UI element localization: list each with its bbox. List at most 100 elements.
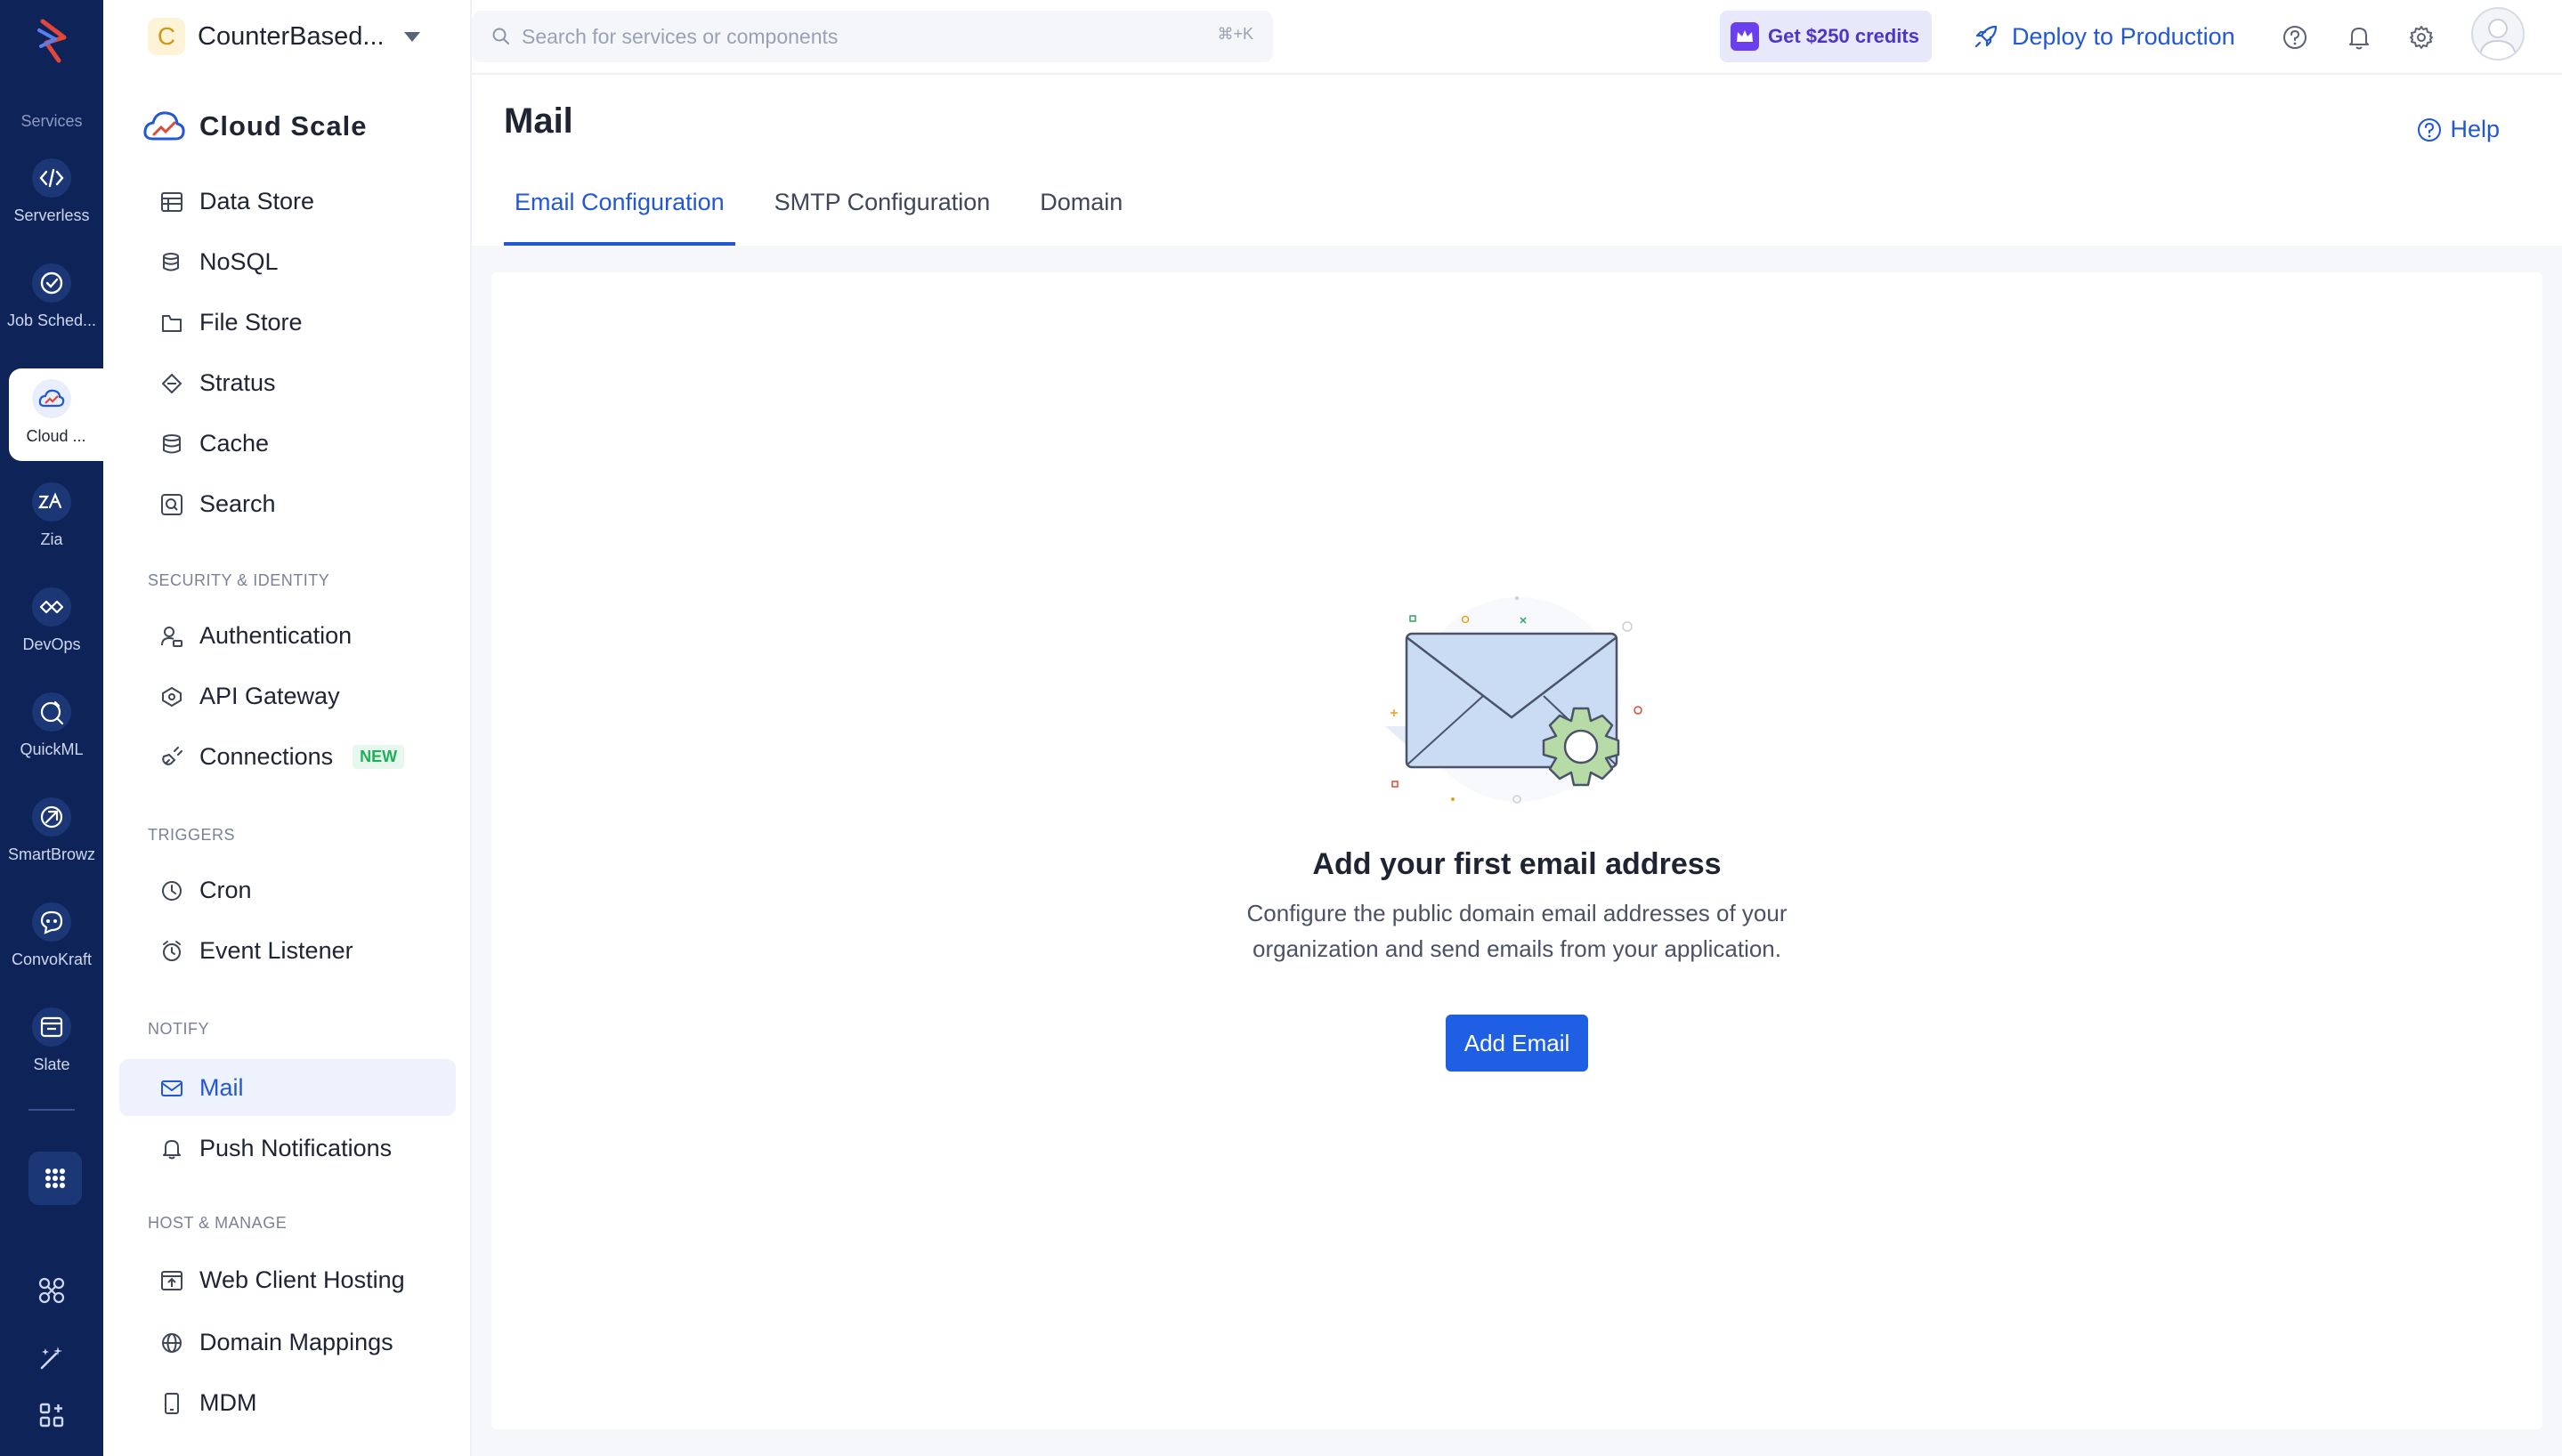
help-label: Help [2450, 116, 2500, 142]
empty-state-title: Add your first email address [1312, 847, 1722, 881]
user-lock-icon [161, 627, 182, 647]
slate-icon [32, 1007, 71, 1047]
rail-item-label: Zia [40, 530, 63, 548]
rail-item-label: DevOps [22, 635, 81, 653]
rail-item-smartbrowz[interactable]: SmartBrowz [0, 787, 103, 879]
rail-item-quickml[interactable]: QuickML [0, 682, 103, 774]
magic-wand-icon[interactable] [32, 1339, 71, 1378]
rail-item-serverless[interactable]: Serverless [0, 148, 103, 240]
cloud-scale-sidebar: C CounterBased... Cloud Scale Data Store… [103, 0, 472, 1456]
deploy-label: Deploy to Production [2012, 22, 2235, 50]
sidebar-item-label: Domain Mappings [199, 1328, 393, 1355]
database-icon [163, 253, 179, 271]
tab-email-configuration[interactable]: Email Configuration [504, 187, 735, 246]
mail-tabs: Email Configuration SMTP Configuration D… [504, 187, 1162, 246]
sidebar-item-label: Cache [199, 429, 270, 457]
sidebar-item-label: Connections [199, 742, 334, 770]
project-name: CounterBased... [198, 21, 385, 51]
sidebar-item-api-gateway[interactable]: API Gateway [119, 667, 456, 724]
rail-item-label: ConvoKraft [11, 950, 93, 968]
sidebar-item-event-listener[interactable]: Event Listener [119, 922, 456, 979]
rail-item-label: SmartBrowz [7, 845, 95, 863]
rail-item-devops[interactable]: DevOps [0, 577, 103, 669]
rail-item-label: Job Sched... [6, 311, 97, 329]
all-services-grid-icon[interactable] [28, 1152, 82, 1205]
sidebar-item-label: Authentication [199, 621, 353, 649]
cache-icon [163, 434, 181, 454]
sidebar-item-push-notifications[interactable]: Push Notifications [119, 1120, 456, 1177]
bell-icon [163, 1140, 181, 1160]
rail-item-job-scheduling[interactable]: Job Sched... [0, 253, 103, 345]
tab-domain[interactable]: Domain [1029, 187, 1133, 246]
sidebar-item-authentication[interactable]: Authentication [119, 607, 456, 664]
sidebar-item-data-store[interactable]: Data Store [119, 173, 456, 230]
rail-item-zia[interactable]: Zia [0, 472, 103, 564]
integrations-icon[interactable] [32, 1271, 71, 1310]
deploy-to-production-button[interactable]: Deploy to Production [1973, 11, 2235, 62]
clock-icon [162, 881, 182, 901]
convokraft-icon [32, 902, 71, 942]
sidebar-item-connections[interactable]: Connections NEW [119, 728, 456, 785]
globe-icon [162, 1333, 182, 1353]
search-box-icon [161, 494, 182, 515]
sidebar-item-stratus[interactable]: Stratus [119, 354, 456, 411]
plug-icon [162, 747, 182, 765]
section-security-identity: SECURITY & IDENTITY [148, 571, 330, 589]
add-email-button[interactable]: Add Email [1446, 1015, 1588, 1072]
sidebar-item-search[interactable]: Search [119, 475, 456, 532]
new-badge: NEW [353, 744, 405, 769]
sidebar-item-mdm[interactable]: MDM [119, 1374, 456, 1431]
mobile-device-icon [165, 1393, 179, 1414]
catalyst-logo-icon[interactable] [27, 16, 77, 66]
gear-icon[interactable] [2405, 21, 2437, 53]
rocket-icon [1974, 25, 1998, 48]
bell-icon[interactable] [2343, 21, 2375, 53]
empty-state-description: Configure the public domain email addres… [1246, 900, 1788, 962]
page-title: Mail [504, 101, 573, 141]
project-switcher[interactable]: C CounterBased... [148, 16, 420, 57]
search-input[interactable] [522, 24, 1198, 49]
global-search[interactable]: ⌘+K [472, 11, 1273, 62]
zia-icon [32, 482, 71, 522]
sidebar-item-label: MDM [199, 1388, 257, 1416]
rail-item-cloud-scale[interactable]: Cloud ... [9, 368, 103, 461]
serverless-icon [32, 158, 71, 198]
top-bar: ⌘+K Get $250 credits Deploy to Productio… [472, 0, 2562, 75]
quickml-icon [32, 692, 71, 732]
rail-item-label: Slate [33, 1056, 70, 1073]
sidebar-item-label: Search [199, 489, 276, 517]
sidebar-item-file-store[interactable]: File Store [119, 294, 456, 351]
sidebar-item-domain-mappings[interactable]: Domain Mappings [119, 1314, 456, 1371]
services-label: Services [20, 112, 83, 130]
sidebar-item-cache[interactable]: Cache [119, 415, 456, 472]
help-circle-icon[interactable] [2279, 21, 2311, 53]
sidebar-item-label: Mail [199, 1073, 244, 1101]
upload-window-icon [161, 1271, 182, 1290]
sidebar-item-label: File Store [199, 308, 303, 336]
sidebar-item-mail[interactable]: Mail [119, 1059, 456, 1116]
rail-item-label: QuickML [20, 740, 84, 758]
get-credits-button[interactable]: Get $250 credits [1720, 11, 1932, 62]
user-avatar[interactable] [2471, 7, 2525, 61]
help-link[interactable]: Help [2416, 116, 2500, 143]
tab-smtp-configuration[interactable]: SMTP Configuration [764, 187, 1001, 246]
page-header: Mail Help Email Configuration SMTP Confi… [472, 75, 2562, 246]
section-notify: NOTIFY [148, 1020, 209, 1038]
cloud-scale-heading: Cloud Scale [142, 107, 367, 146]
sidebar-item-label: Cron [199, 876, 252, 903]
chevron-down-icon [403, 31, 420, 42]
rail-item-slate[interactable]: Slate [0, 997, 103, 1089]
sidebar-item-nosql[interactable]: NoSQL [119, 233, 456, 290]
section-triggers: TRIGGERS [148, 826, 236, 844]
help-icon [2418, 117, 2442, 142]
devops-icon [32, 587, 71, 627]
add-widget-icon[interactable] [32, 1395, 71, 1435]
sidebar-item-cron[interactable]: Cron [119, 861, 456, 918]
sidebar-item-label: Event Listener [199, 936, 353, 964]
rail-item-convokraft[interactable]: ConvoKraft [0, 892, 103, 984]
folder-icon [162, 315, 182, 332]
job-scheduling-icon [32, 263, 71, 303]
sidebar-item-label: Web Client Hosting [199, 1266, 405, 1293]
project-initial: C [148, 18, 185, 55]
sidebar-item-web-client-hosting[interactable]: Web Client Hosting [119, 1251, 456, 1308]
